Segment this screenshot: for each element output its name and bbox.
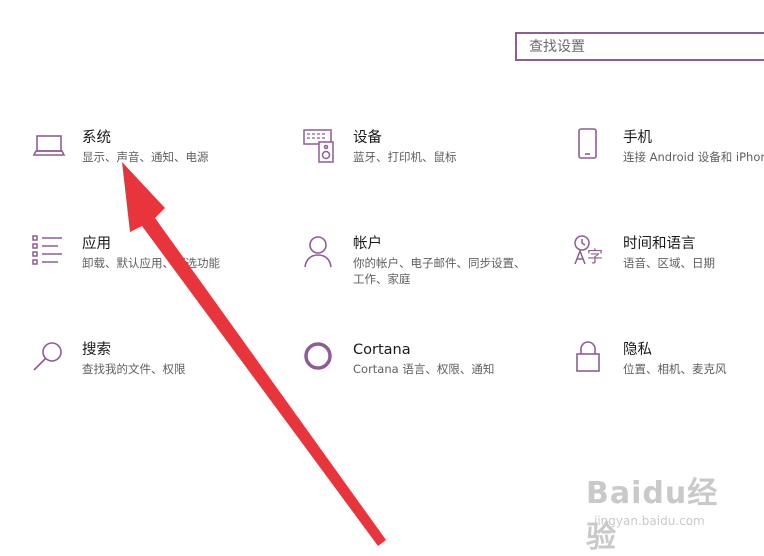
tile-system-desc: 显示、声音、通知、电源 — [82, 150, 209, 164]
lock-icon — [573, 340, 609, 376]
watermark-url: jingyan.baidu.com — [594, 514, 705, 528]
search-input[interactable] — [517, 34, 764, 59]
tile-apps-desc: 卸载、默认应用、可选功能 — [82, 256, 220, 270]
tile-apps-title: 应用 — [82, 236, 111, 252]
tile-time-language[interactable]: 字 时间和语言 语音、区域、日期 — [573, 234, 764, 284]
tile-cortana-title: Cortana — [353, 342, 411, 358]
tile-system-title: 系统 — [82, 130, 111, 146]
tile-apps[interactable]: 应用 卸载、默认应用、可选功能 — [32, 234, 262, 284]
tile-search-title: 搜索 — [82, 342, 111, 358]
phone-icon — [573, 128, 609, 164]
time-language-icon: 字 — [573, 234, 609, 270]
tile-accounts[interactable]: 帐户 你的帐户、电子邮件、同步设置、工作、家庭 — [303, 234, 533, 294]
baidu-watermark: Baidu经验 jingyan.baidu.com — [586, 468, 736, 555]
tile-time-language-desc: 语音、区域、日期 — [623, 256, 715, 270]
search-box[interactable] — [515, 32, 764, 61]
tile-accounts-title: 帐户 — [353, 236, 382, 252]
tile-time-language-title: 时间和语言 — [623, 236, 696, 252]
tile-privacy[interactable]: 隐私 位置、相机、麦克风 — [573, 340, 764, 390]
laptop-icon — [32, 128, 68, 164]
tile-devices[interactable]: 设备 蓝牙、打印机、鼠标 — [303, 128, 533, 178]
tile-phone-title: 手机 — [623, 130, 652, 146]
tile-system[interactable]: 系统 显示、声音、通知、电源 — [32, 128, 262, 178]
tile-phone[interactable]: 手机 连接 Android 设备和 iPhone — [573, 128, 764, 178]
person-icon — [303, 234, 339, 270]
magnifier-icon — [32, 340, 68, 376]
svg-text:字: 字 — [587, 247, 603, 266]
app-list-icon — [32, 234, 68, 270]
watermark-brand: Baidu经验 — [586, 476, 719, 555]
keyboard-speaker-icon — [303, 128, 339, 164]
tile-privacy-desc: 位置、相机、麦克风 — [623, 362, 727, 376]
tile-cortana-desc: Cortana 语言、权限、通知 — [353, 362, 495, 376]
tile-accounts-desc: 你的帐户、电子邮件、同步设置、工作、家庭 — [353, 256, 526, 286]
tile-devices-desc: 蓝牙、打印机、鼠标 — [353, 150, 457, 164]
tile-search[interactable]: 搜索 查找我的文件、权限 — [32, 340, 262, 390]
cortana-ring-icon — [303, 340, 339, 376]
tile-privacy-title: 隐私 — [623, 342, 652, 358]
tile-cortana[interactable]: Cortana Cortana 语言、权限、通知 — [303, 340, 533, 390]
tile-devices-title: 设备 — [353, 130, 382, 146]
tile-phone-desc: 连接 Android 设备和 iPhone — [623, 150, 764, 164]
tile-search-desc: 查找我的文件、权限 — [82, 362, 186, 376]
